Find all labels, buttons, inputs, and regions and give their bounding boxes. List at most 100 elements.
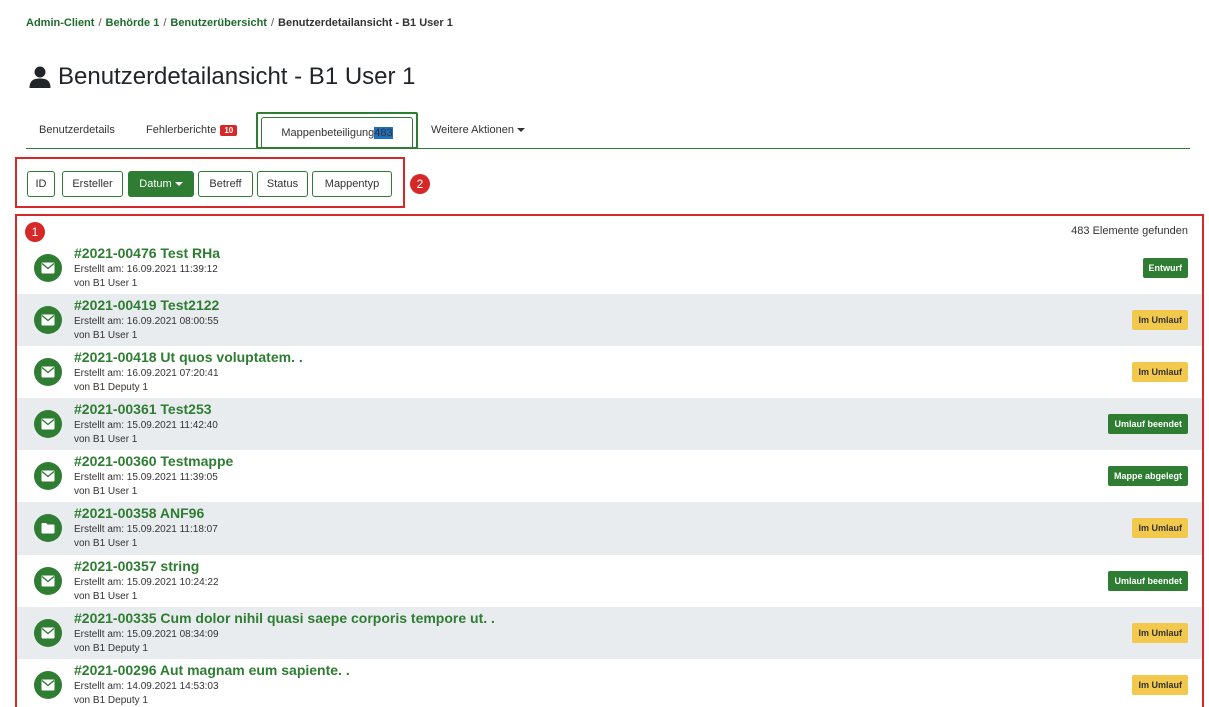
item-created: Erstellt am: 16.09.2021 11:39:12 bbox=[74, 264, 218, 275]
item-type-avatar bbox=[34, 254, 62, 282]
item-title-link[interactable]: #2021-00360 Testmappe bbox=[74, 453, 233, 469]
tab-label: Weitere Aktionen bbox=[431, 124, 514, 136]
item-created: Erstellt am: 15.09.2021 10:24:22 bbox=[74, 576, 219, 588]
status-badge: Im Umlauf bbox=[1132, 310, 1188, 331]
item-type-avatar bbox=[34, 670, 62, 699]
top-bar bbox=[0, 0, 1209, 10]
item-title-link[interactable]: #2021-00419 Test2122 bbox=[74, 297, 219, 313]
item-created: Erstellt am: 15.09.2021 08:34:09 bbox=[74, 628, 219, 640]
results-count: 483 Elemente gefunden bbox=[1071, 225, 1188, 237]
results-list: 1 483 Elemente gefunden #2021-00476 Test… bbox=[15, 214, 1204, 707]
envelope-icon bbox=[41, 418, 55, 430]
breadcrumb-separator: / bbox=[163, 17, 167, 29]
user-icon bbox=[29, 66, 51, 88]
results-rows: #2021-00476 Test RHa Erstellt am: 16.09.2… bbox=[17, 242, 1202, 707]
list-item[interactable]: #2021-00361 Test253 Erstellt am: 15.09.20… bbox=[17, 398, 1202, 451]
list-item[interactable]: #2021-00360 Testmappe Erstellt am: 15.09.… bbox=[17, 450, 1202, 502]
item-created: Erstellt am: 15.09.2021 11:18:07 bbox=[74, 524, 218, 536]
list-item[interactable]: #2021-00419 Test2122 Erstellt am: 16.09.2… bbox=[17, 294, 1202, 347]
list-item[interactable]: #2021-00358 ANF96 Erstellt am: 15.09.2021… bbox=[17, 502, 1202, 555]
item-title-link[interactable]: #2021-00418 Ut quos voluptatem. . bbox=[74, 349, 303, 365]
tab-bar: Benutzerdetails Fehlerberichte 10 Mappenb… bbox=[26, 112, 1190, 149]
item-created: Erstellt am: 16.09.2021 08:00:55 bbox=[74, 316, 219, 328]
item-type-avatar bbox=[34, 462, 62, 491]
item-author: von B1 Deputy 1 bbox=[74, 694, 148, 706]
tab-label: Benutzerdetails bbox=[39, 124, 115, 136]
item-created: Erstellt am: 15.09.2021 11:39:05 bbox=[74, 472, 218, 484]
item-type-avatar bbox=[34, 566, 62, 595]
folders-count-badge: 483 bbox=[374, 127, 393, 139]
item-author: von B1 User 1 bbox=[74, 330, 138, 342]
item-created: Erstellt am: 16.09.2021 07:20:41 bbox=[74, 368, 219, 380]
item-type-avatar bbox=[34, 306, 62, 335]
breadcrumb-admin-client[interactable]: Admin-Client bbox=[26, 17, 94, 29]
list-item[interactable]: #2021-00296 Aut magnam eum sapiente. . Er… bbox=[17, 659, 1202, 707]
item-type-avatar bbox=[34, 358, 62, 387]
item-author: von B1 User 1 bbox=[74, 538, 138, 550]
envelope-icon bbox=[41, 262, 55, 274]
status-badge: Im Umlauf bbox=[1132, 674, 1188, 695]
breadcrumb-behoerde[interactable]: Behörde 1 bbox=[106, 17, 160, 29]
item-author: von B1 User 1 bbox=[74, 434, 138, 446]
envelope-icon bbox=[41, 314, 55, 326]
item-title-link[interactable]: #2021-00361 Test253 bbox=[74, 401, 212, 417]
item-title-link[interactable]: #2021-00335 Cum dolor nihil quasi saepe … bbox=[74, 610, 495, 626]
page-title: Benutzerdetailansicht - B1 User 1 bbox=[28, 63, 416, 91]
tab-benutzerdetails[interactable]: Benutzerdetails bbox=[39, 116, 115, 144]
item-author: von B1 User 1 bbox=[74, 278, 138, 289]
page-title-text: Benutzerdetailansicht - B1 User 1 bbox=[58, 63, 416, 90]
envelope-icon bbox=[41, 470, 55, 482]
breadcrumb-separator: / bbox=[98, 17, 102, 29]
envelope-icon bbox=[41, 679, 55, 691]
status-badge: Umlauf beendet bbox=[1108, 570, 1188, 591]
sort-subject-button[interactable]: Betreff bbox=[198, 171, 253, 197]
item-author: von B1 Deputy 1 bbox=[74, 382, 148, 394]
status-badge: Im Umlauf bbox=[1132, 622, 1188, 643]
breadcrumb-benutzeruebersicht[interactable]: Benutzerübersicht bbox=[170, 17, 267, 29]
status-badge: Im Umlauf bbox=[1132, 518, 1188, 539]
item-type-avatar bbox=[34, 618, 62, 647]
item-title-link[interactable]: #2021-00357 string bbox=[74, 558, 199, 574]
list-item[interactable]: #2021-00476 Test RHa Erstellt am: 16.09.2… bbox=[17, 242, 1202, 294]
tab-label: Mappenbeteiligung bbox=[281, 127, 375, 139]
folder-icon bbox=[41, 523, 55, 534]
breadcrumb-separator: / bbox=[270, 17, 275, 29]
sort-toolbar: ID Ersteller Datum Betreff Status Mappen… bbox=[15, 157, 405, 208]
item-author: von B1 User 1 bbox=[74, 486, 138, 498]
item-author: von B1 Deputy 1 bbox=[74, 642, 148, 654]
envelope-icon bbox=[41, 366, 55, 378]
tab-label: Fehlerberichte bbox=[146, 124, 217, 136]
status-badge: Entwurf bbox=[1142, 258, 1188, 278]
status-badge: Mappe abgelegt bbox=[1107, 466, 1188, 487]
annotation-marker-2: 2 bbox=[410, 174, 430, 194]
sort-creator-button[interactable]: Ersteller bbox=[62, 171, 123, 197]
chevron-down-icon bbox=[174, 182, 183, 187]
item-created: Erstellt am: 15.09.2021 11:42:40 bbox=[74, 420, 218, 432]
sort-id-button[interactable]: ID bbox=[27, 171, 55, 197]
item-title-link[interactable]: #2021-00296 Aut magnam eum sapiente. . bbox=[74, 662, 350, 678]
list-item[interactable]: #2021-00418 Ut quos voluptatem. . Erstell… bbox=[17, 346, 1202, 398]
item-title-link[interactable]: #2021-00358 ANF96 bbox=[74, 505, 204, 521]
sort-type-button[interactable]: Mappentyp bbox=[312, 171, 392, 197]
item-created: Erstellt am: 14.09.2021 14:53:03 bbox=[74, 680, 219, 692]
sort-date-button[interactable]: Datum bbox=[128, 171, 194, 197]
tab-mappenbeteiligung[interactable]: Mappenbeteiligung483 bbox=[256, 112, 418, 149]
annotation-marker-1: 1 bbox=[25, 222, 45, 242]
item-author: von B1 User 1 bbox=[74, 590, 138, 602]
tab-fehlerberichte[interactable]: Fehlerberichte 10 bbox=[146, 116, 238, 144]
tab-weitere-aktionen[interactable]: Weitere Aktionen bbox=[431, 116, 525, 144]
breadcrumb: Admin-Client / Behörde 1/Benutzerübersicht… bbox=[26, 17, 453, 29]
envelope-icon bbox=[41, 627, 55, 639]
item-title-link[interactable]: #2021-00476 Test RHa bbox=[74, 245, 220, 261]
list-item[interactable]: #2021-00335 Cum dolor nihil quasi saepe … bbox=[17, 606, 1202, 659]
sort-status-button[interactable]: Status bbox=[257, 171, 308, 197]
list-item[interactable]: #2021-00357 string Erstellt am: 15.09.202… bbox=[17, 555, 1202, 607]
errors-count-badge: 10 bbox=[220, 124, 238, 136]
status-badge: Im Umlauf bbox=[1132, 362, 1188, 383]
status-badge: Umlauf beendet bbox=[1108, 414, 1188, 435]
sort-date-label: Datum bbox=[139, 178, 172, 190]
chevron-down-icon bbox=[516, 128, 525, 133]
item-type-avatar bbox=[34, 410, 62, 439]
envelope-icon bbox=[41, 575, 55, 587]
breadcrumb-current: Benutzerdetailansicht - B1 User 1 bbox=[278, 17, 453, 29]
